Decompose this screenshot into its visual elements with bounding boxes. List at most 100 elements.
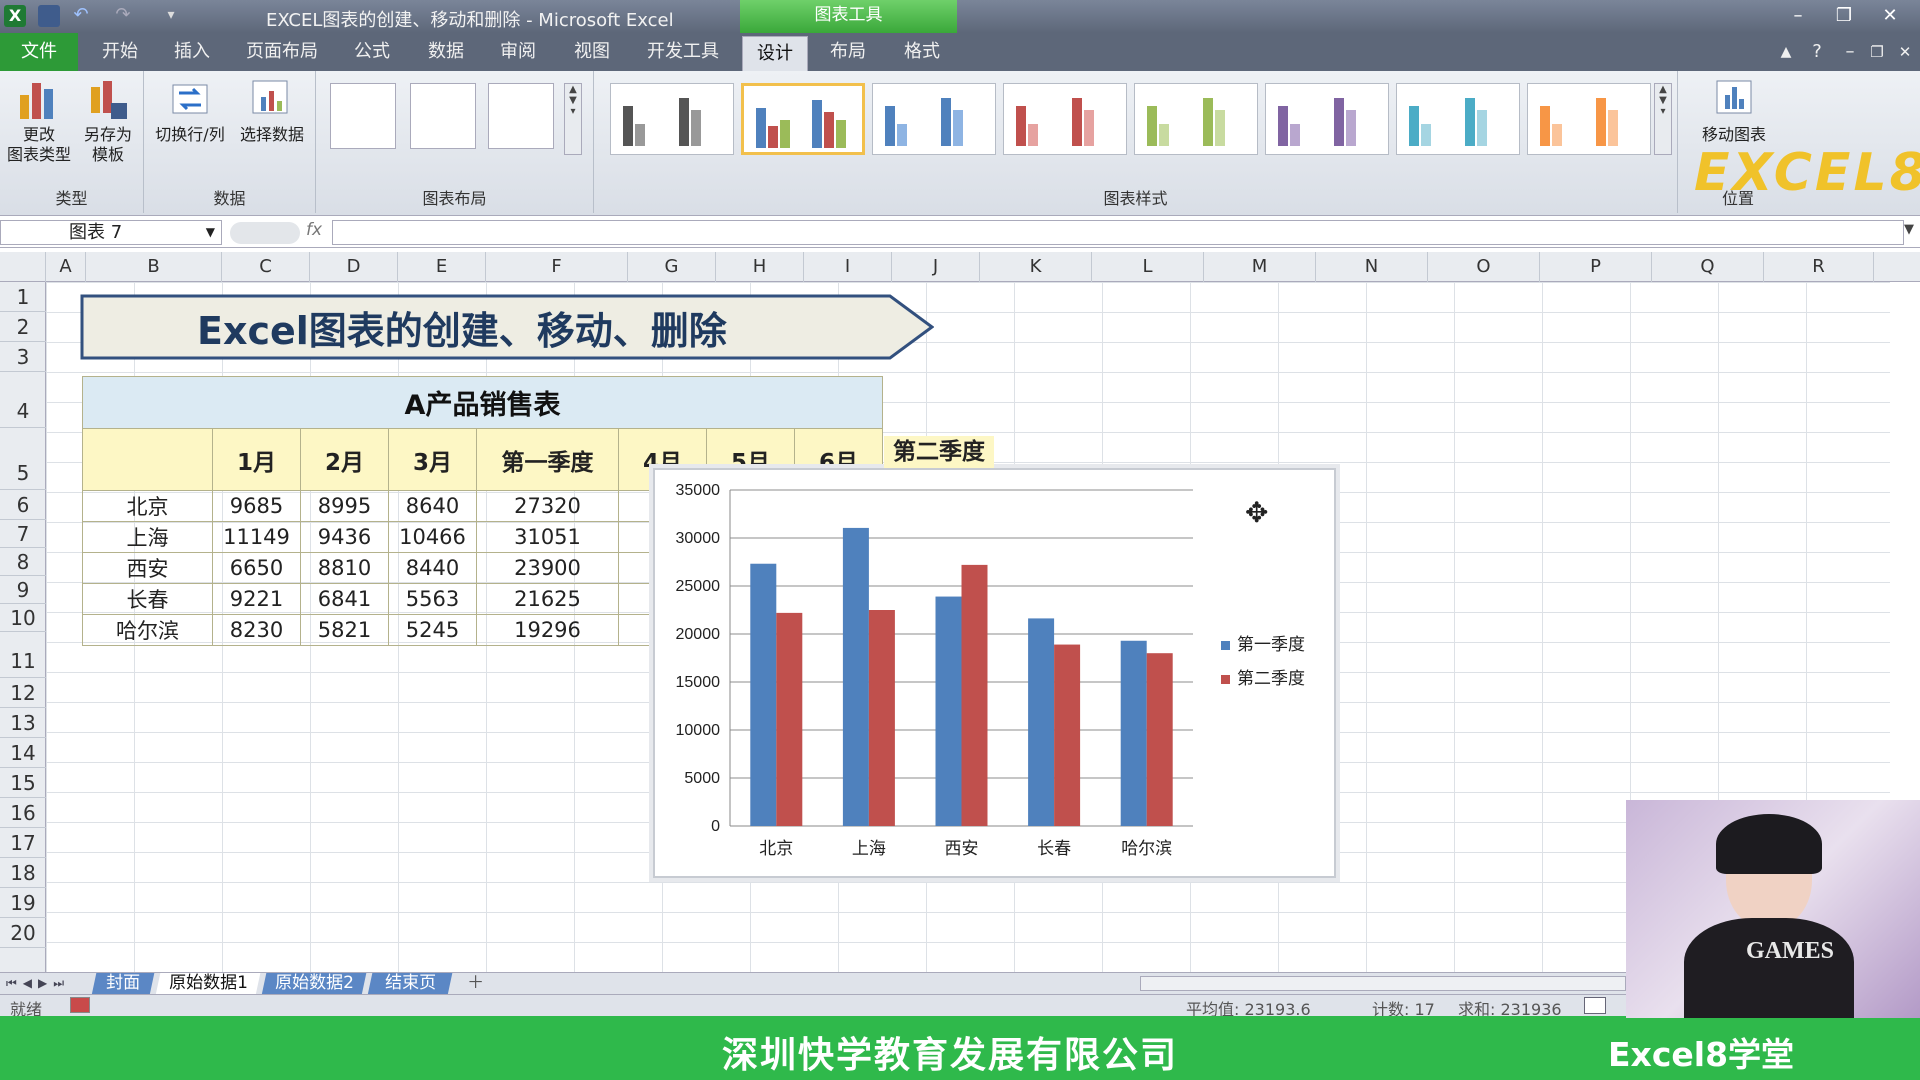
table-cell[interactable]: 23900	[476, 552, 619, 584]
table-cell[interactable]: 9685	[212, 490, 301, 522]
switch-row-column-button[interactable]: 切换行/列	[152, 77, 228, 145]
column-header[interactable]: J	[892, 252, 980, 282]
column-header[interactable]: M	[1204, 252, 1316, 282]
table-header-cell[interactable]: 第一季度	[476, 428, 619, 491]
column-header[interactable]: D	[310, 252, 398, 282]
row-header[interactable]: 3	[0, 342, 46, 372]
expand-formula-bar-icon[interactable]: ▼	[1904, 222, 1914, 237]
tab-page-layout[interactable]: 页面布局	[234, 33, 330, 71]
tab-view[interactable]: 视图	[562, 33, 622, 71]
table-cell[interactable]: 31051	[476, 521, 619, 553]
row-header[interactable]: 9	[0, 576, 46, 604]
workbook-close-icon[interactable]: ✕	[1892, 33, 1918, 71]
close-icon[interactable]: ✕	[1875, 4, 1905, 30]
column-header[interactable]: N	[1316, 252, 1428, 282]
tab-layout[interactable]: 布局	[818, 33, 878, 71]
save-icon[interactable]	[38, 5, 60, 27]
legend-entry[interactable]: 第一季度	[1237, 635, 1305, 655]
table-cell[interactable]: 11149	[212, 521, 301, 553]
table-caption[interactable]: A产品销售表	[82, 376, 883, 429]
column-header[interactable]: B	[86, 252, 222, 282]
row-header[interactable]: 7	[0, 520, 46, 548]
name-box-dropdown-icon[interactable]: ▼	[206, 221, 215, 244]
insert-sheet-icon[interactable]: ＋	[453, 973, 497, 995]
chart-style-3[interactable]	[872, 83, 996, 155]
normal-view-icon[interactable]	[1584, 997, 1606, 1014]
tab-data[interactable]: 数据	[416, 33, 476, 71]
chart-style-6[interactable]	[1265, 83, 1389, 155]
sheet-tab-0[interactable]: 封面	[91, 973, 155, 995]
workbook-minimize-icon[interactable]: –	[1838, 33, 1862, 71]
table-header-cell[interactable]: 第二季度	[884, 436, 994, 468]
column-header[interactable]: C	[222, 252, 310, 282]
row-header[interactable]: 15	[0, 768, 46, 798]
minimize-icon[interactable]: –	[1783, 4, 1813, 30]
legend-entry[interactable]: 第二季度	[1237, 669, 1305, 689]
insert-function-icon[interactable]: fx	[306, 220, 322, 240]
undo-icon[interactable]: ↶	[70, 5, 92, 27]
column-header[interactable]: O	[1428, 252, 1540, 282]
chart-bar[interactable]	[868, 610, 895, 826]
select-all-corner[interactable]	[0, 252, 46, 282]
tab-developer[interactable]: 开发工具	[638, 33, 728, 71]
sheet-tab-1[interactable]: 原始数据1	[155, 973, 261, 995]
table-cell[interactable]: 9221	[212, 583, 301, 615]
table-cell[interactable]: 哈尔滨	[82, 614, 213, 646]
table-cell[interactable]: 21625	[476, 583, 619, 615]
chart-bar[interactable]	[1120, 640, 1147, 826]
chart-bar[interactable]	[1054, 644, 1081, 826]
table-cell[interactable]: 5563	[388, 583, 477, 615]
formula-input[interactable]	[332, 220, 1904, 245]
workbook-restore-icon[interactable]: ❐	[1862, 33, 1892, 71]
chart-bar[interactable]	[776, 612, 803, 826]
table-cell[interactable]: 上海	[82, 521, 213, 553]
row-header[interactable]: 5	[0, 428, 46, 490]
select-data-button[interactable]: 选择数据	[234, 77, 310, 145]
column-header[interactable]: I	[804, 252, 892, 282]
chart-layout-3[interactable]	[488, 83, 554, 149]
formula-bar-splitter[interactable]	[230, 222, 300, 244]
chart-styles-scroll[interactable]: ▲ ▼ ▾	[1654, 83, 1672, 155]
title-banner-shape[interactable]: Excel图表的创建、移动、删除	[80, 294, 934, 360]
save-as-template-button[interactable]: 另存为 模板	[74, 77, 142, 165]
chart-layouts-scroll[interactable]: ▲ ▼ ▾	[564, 83, 582, 155]
table-header-cell[interactable]: 1月	[212, 428, 301, 491]
sheet-navigation-arrows[interactable]: ⏮◀▶⏭	[6, 973, 70, 994]
chart-style-8[interactable]	[1527, 83, 1651, 155]
tab-home[interactable]: 开始	[90, 33, 150, 71]
column-header[interactable]: R	[1764, 252, 1874, 282]
tab-design[interactable]: 设计	[742, 36, 808, 71]
row-header[interactable]: 16	[0, 798, 46, 828]
chart-bar[interactable]	[750, 563, 777, 826]
tab-review[interactable]: 审阅	[488, 33, 548, 71]
chart-layout-2[interactable]	[410, 83, 476, 149]
chart-bar[interactable]	[935, 596, 962, 826]
row-header[interactable]: 19	[0, 888, 46, 918]
table-cell[interactable]: 27320	[476, 490, 619, 522]
row-header[interactable]: 17	[0, 828, 46, 858]
legend-swatch[interactable]	[1221, 641, 1230, 650]
chart-bar[interactable]	[1146, 653, 1173, 826]
chart-bar[interactable]	[842, 527, 869, 826]
table-header-cell[interactable]: 2月	[300, 428, 389, 491]
row-header[interactable]: 1	[0, 282, 46, 312]
table-cell[interactable]: 8230	[212, 614, 301, 646]
chart-layout-1[interactable]	[330, 83, 396, 149]
chart-style-2[interactable]	[741, 83, 865, 155]
table-cell[interactable]: 10466	[388, 521, 477, 553]
row-header[interactable]: 12	[0, 678, 46, 708]
tab-format[interactable]: 格式	[892, 33, 952, 71]
table-cell[interactable]: 西安	[82, 552, 213, 584]
column-header[interactable]: Q	[1652, 252, 1764, 282]
change-chart-type-button[interactable]: 更改 图表类型	[4, 77, 74, 165]
row-header[interactable]: 14	[0, 738, 46, 768]
table-cell[interactable]: 8640	[388, 490, 477, 522]
name-box[interactable]: 图表 7 ▼	[0, 220, 222, 245]
table-cell[interactable]: 8440	[388, 552, 477, 584]
row-header[interactable]: 2	[0, 312, 46, 342]
restore-icon[interactable]: ❐	[1829, 4, 1859, 30]
row-header[interactable]: 18	[0, 858, 46, 888]
help-icon[interactable]: ?	[1802, 33, 1832, 71]
table-cell[interactable]: 9436	[300, 521, 389, 553]
table-cell[interactable]: 5821	[300, 614, 389, 646]
